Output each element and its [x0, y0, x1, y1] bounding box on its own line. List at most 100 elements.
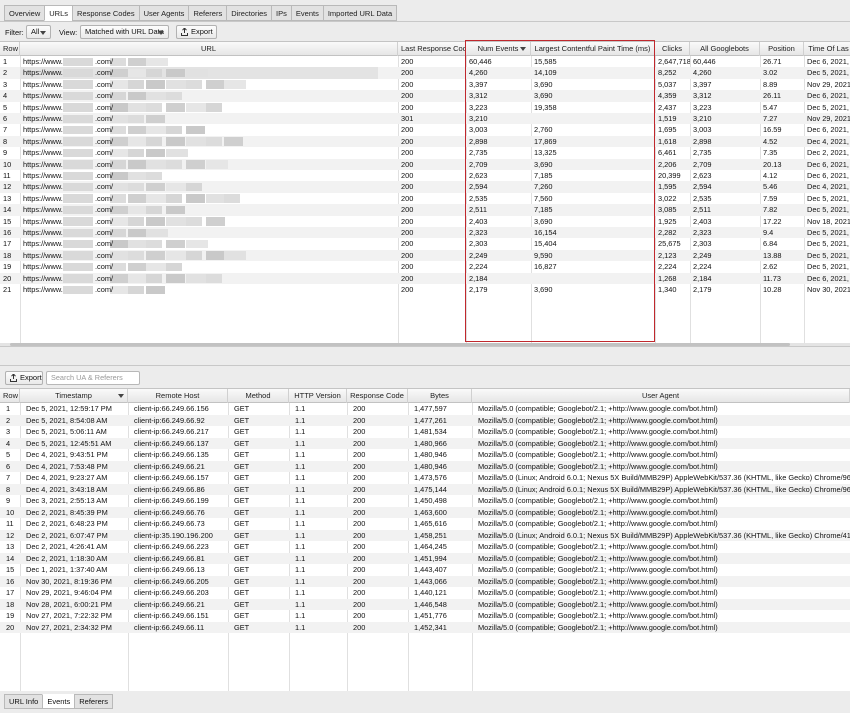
- table-row[interactable]: 7 https://www. .com/200 3,003 2,760 1,695 3,00…: [0, 124, 850, 135]
- table-row[interactable]: 16 Nov 30, 2021, 8:19:36 PM client-ip:66.2…: [0, 575, 850, 587]
- table-row[interactable]: 17 Nov 29, 2021, 9:46:04 PM client-ip:66.2…: [0, 587, 850, 598]
- events-column-header[interactable]: Remote Host: [128, 389, 228, 403]
- table-row[interactable]: 14 https://www. .com/200 2,511 7,185 3,085 2,5…: [0, 204, 850, 216]
- tab-ips[interactable]: IPs: [271, 5, 291, 21]
- events-column-header[interactable]: HTTP Version: [289, 389, 347, 403]
- redacted-domain: [63, 137, 93, 146]
- table-row[interactable]: 6 Dec 4, 2021, 7:53:48 PM client-ip:66.249…: [0, 460, 850, 472]
- events-export-button[interactable]: Export: [5, 371, 43, 385]
- table-row[interactable]: 4 https://www. .com/200 3,312 3,690 4,359 3,31…: [0, 90, 850, 102]
- table-cell: 1,458,251: [414, 530, 447, 540]
- table-cell: 1,925: [658, 216, 677, 226]
- urls-column-header[interactable]: Row: [0, 42, 20, 56]
- table-row[interactable]: 15 Dec 1, 2021, 1:37:40 AM client-ip:66.24…: [0, 564, 850, 575]
- table-row[interactable]: 19 https://www. .com/200 2,224 16,827 2,224 2,…: [0, 261, 850, 272]
- table-row[interactable]: 10 Dec 2, 2021, 8:45:39 PM client-ip:66.24…: [0, 506, 850, 518]
- table-row[interactable]: 11 https://www. .com/200 2,623 7,185 20,399 2,…: [0, 170, 850, 181]
- table-row[interactable]: 5 https://www. .com/200 3,223 19,358 2,437 3,2…: [0, 102, 850, 113]
- table-cell: 200: [353, 565, 366, 574]
- events-column-header[interactable]: User Agent: [472, 389, 850, 403]
- tab-url-info[interactable]: URL Info: [4, 694, 43, 709]
- events-column-header[interactable]: Method: [228, 389, 289, 403]
- table-cell: 1,464,245: [414, 542, 447, 551]
- tab-urls[interactable]: URLs: [44, 5, 73, 21]
- table-cell: 19: [6, 611, 15, 620]
- tab-user-agents[interactable]: User Agents: [138, 5, 189, 21]
- events-column-header[interactable]: Row: [0, 389, 20, 403]
- redacted-path: [186, 239, 208, 249]
- table-row[interactable]: 20 Nov 27, 2021, 2:34:32 PM client-ip:66.2…: [0, 621, 850, 633]
- table-cell: 7.82: [763, 205, 778, 215]
- redacted-path: [146, 125, 168, 135]
- table-cell: GET: [234, 576, 250, 586]
- table-cell: GET: [234, 622, 250, 632]
- tab-events[interactable]: Events: [290, 5, 323, 21]
- sort-descending-icon[interactable]: [118, 394, 124, 398]
- table-cell: .com/: [95, 91, 114, 101]
- table-cell: Nov 30, 2021: [807, 285, 850, 294]
- urls-column-header[interactable]: Largest Contentful Paint Time (ms): [531, 42, 655, 56]
- table-row[interactable]: 8 https://www. .com/200 2,898 17,869 1,618 2,8…: [0, 135, 850, 148]
- redacted-path: [206, 274, 222, 283]
- table-row[interactable]: 11 Dec 2, 2021, 6:48:23 PM client-ip:66.24…: [0, 518, 850, 529]
- table-row[interactable]: 2 Dec 5, 2021, 8:54:08 AM client-ip:66.249…: [0, 414, 850, 426]
- table-row[interactable]: 6 https://www. .com/301 3,210 1,519 3,210 7.27…: [0, 113, 850, 125]
- table-row[interactable]: 20 https://www. .com/200 2,184 1,268 2,184 11.…: [0, 272, 850, 284]
- pane-splitter[interactable]: [0, 346, 850, 366]
- table-cell: 13: [3, 193, 12, 203]
- table-row[interactable]: 9 Dec 3, 2021, 2:55:13 AM client-ip:66.249…: [0, 495, 850, 506]
- search-ua-referers-input[interactable]: Search UA & Referers: [46, 371, 140, 385]
- table-row[interactable]: 2 https://www. .com/200 4,260 14,109 8,252 4,2…: [0, 67, 850, 79]
- table-row[interactable]: 17 https://www. .com/200 2,303 15,404 25,675 2…: [0, 238, 850, 249]
- table-row[interactable]: 12 https://www. .com/200 2,594 7,260 1,595 2,5…: [0, 181, 850, 193]
- tab-response-codes[interactable]: Response Codes: [72, 5, 139, 21]
- table-row[interactable]: 21 https://www. .com/200 2,179 3,690 1,340 2,1…: [0, 284, 850, 295]
- tab-referers-bottom[interactable]: Referers: [74, 694, 114, 709]
- table-cell: 9.4: [763, 228, 774, 237]
- urls-column-header[interactable]: All Googlebots: [690, 42, 760, 56]
- tab-imported-url-data[interactable]: Imported URL Data: [322, 5, 398, 21]
- events-column-header[interactable]: Bytes: [408, 389, 472, 403]
- table-row[interactable]: 13 Dec 2, 2021, 4:26:41 AM client-ip:66.24…: [0, 541, 850, 552]
- tab-directories[interactable]: Directories: [226, 5, 272, 21]
- table-row[interactable]: 7 Dec 4, 2021, 9:23:27 AM client-ip:66.249…: [0, 472, 850, 483]
- table-row[interactable]: 18 https://www. .com/200 2,249 9,590 2,123 2,2…: [0, 249, 850, 262]
- table-row[interactable]: 12 Dec 2, 2021, 6:07:47 PM client-ip:35.19…: [0, 529, 850, 541]
- tab-overview[interactable]: Overview: [4, 5, 45, 21]
- table-row[interactable]: 9 https://www. .com/200 2,735 13,325 6,461 2,7…: [0, 147, 850, 158]
- redacted-path: [166, 251, 188, 260]
- table-row[interactable]: 10 https://www. .com/200 2,709 3,690 2,206 2,7…: [0, 158, 850, 170]
- tab-referers[interactable]: Referers: [188, 5, 227, 21]
- table-row[interactable]: 16 https://www. .com/200 2,323 16,154 2,282 2,…: [0, 227, 850, 239]
- table-row[interactable]: 1 https://www. .com/200 60,446 15,585 2,647,7…: [0, 56, 850, 67]
- urls-column-header[interactable]: Last Response Code: [398, 42, 466, 56]
- table-row[interactable]: 3 Dec 5, 2021, 5:06:11 AM client-ip:66.249…: [0, 426, 850, 437]
- tab-events-bottom[interactable]: Events: [42, 694, 75, 709]
- events-column-header[interactable]: Response Code: [347, 389, 408, 403]
- redacted-path: [128, 57, 147, 66]
- sort-descending-icon[interactable]: [520, 47, 526, 51]
- view-dropdown[interactable]: Matched with URL Data: [80, 25, 169, 39]
- table-row[interactable]: 8 Dec 4, 2021, 3:43:18 AM client-ip:66.249…: [0, 483, 850, 495]
- urls-column-header[interactable]: Time Of Las: [804, 42, 850, 56]
- table-row[interactable]: 13 https://www. .com/200 2,535 7,560 3,022 2,5…: [0, 193, 850, 204]
- table-row[interactable]: 18 Nov 28, 2021, 6:00:21 PM client-ip:66.2…: [0, 598, 850, 610]
- table-row[interactable]: 4 Dec 5, 2021, 12:45:51 AM client-ip:66.24…: [0, 437, 850, 449]
- table-row[interactable]: 19 Nov 27, 2021, 7:22:32 PM client-ip:66.2…: [0, 610, 850, 621]
- table-cell: 1,451,994: [414, 553, 447, 563]
- urls-column-header[interactable]: URL: [20, 42, 398, 56]
- table-row[interactable]: 5 Dec 4, 2021, 9:43:51 PM client-ip:66.249…: [0, 449, 850, 460]
- table-cell: .com/: [95, 239, 114, 249]
- table-cell: client-ip:66.249.66.21: [134, 599, 205, 609]
- urls-column-header[interactable]: Clicks: [655, 42, 690, 56]
- table-row[interactable]: 15 https://www. .com/200 2,403 3,690 1,925 2,4…: [0, 216, 850, 227]
- urls-column-header[interactable]: Position: [760, 42, 804, 56]
- table-row[interactable]: 1 Dec 5, 2021, 12:59:17 PM client-ip:66.24…: [0, 403, 850, 414]
- export-button[interactable]: Export: [176, 25, 217, 39]
- events-column-header[interactable]: Timestamp: [20, 389, 128, 403]
- table-row[interactable]: 3 https://www. .com/200 3,397 3,690 5,037 3,39…: [0, 79, 850, 90]
- table-row[interactable]: 14 Dec 2, 2021, 1:18:30 AM client-ip:66.24…: [0, 552, 850, 564]
- table-cell: 2,224: [693, 262, 712, 272]
- redacted-domain: [63, 80, 93, 89]
- filter-dropdown[interactable]: All: [26, 25, 51, 39]
